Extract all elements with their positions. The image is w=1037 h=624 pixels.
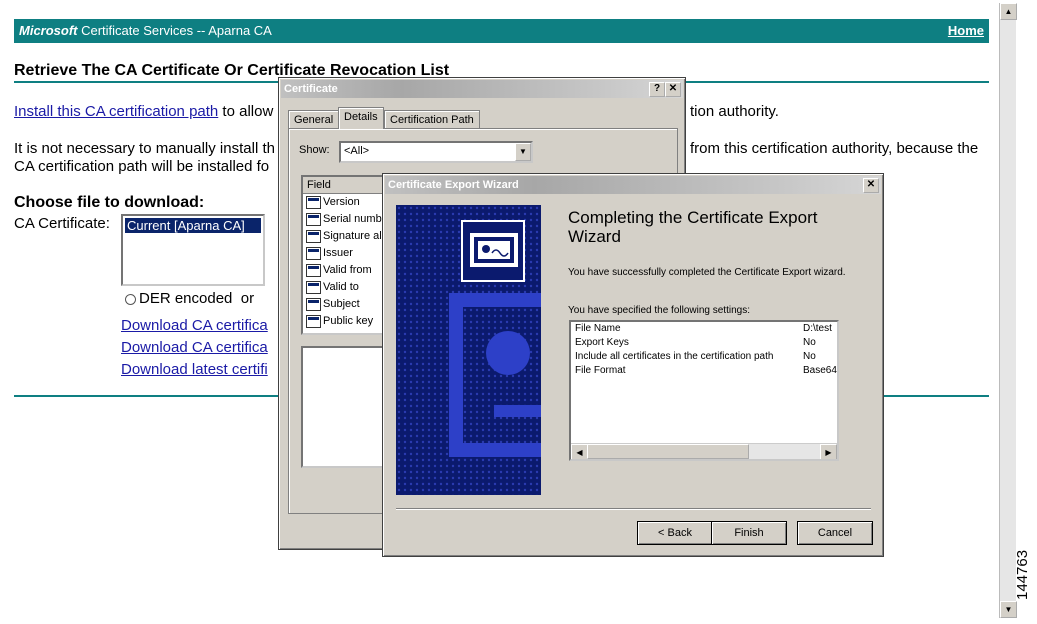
figure-number: 144763 xyxy=(1014,549,1031,600)
close-icon[interactable]: ✕ xyxy=(665,82,681,97)
certificate-field-icon xyxy=(306,298,321,311)
chevron-down-icon[interactable]: ▼ xyxy=(515,143,531,161)
der-radio[interactable] xyxy=(125,293,136,305)
certificate-title: Certificate xyxy=(284,83,338,95)
back-button[interactable]: < Back xyxy=(637,521,713,545)
para-right-line1: from this certification authority, becau… xyxy=(690,140,979,157)
vertical-scrollbar[interactable]: ▲ ▼ xyxy=(999,3,1017,618)
cancel-button[interactable]: Cancel xyxy=(797,521,873,545)
certificate-field-icon xyxy=(306,213,321,226)
scroll-left-icon[interactable]: ◀ xyxy=(571,444,588,459)
certificate-titlebar[interactable]: Certificate ? ✕ xyxy=(281,80,683,98)
scroll-up-icon[interactable]: ▲ xyxy=(1000,3,1017,20)
banner-title: Microsoft Certificate Services -- Aparna… xyxy=(19,23,272,38)
certificate-field-icon xyxy=(306,247,321,260)
wizard-settings-label: You have specified the following setting… xyxy=(568,305,750,316)
wizard-titlebar[interactable]: Certificate Export Wizard ✕ xyxy=(385,176,881,194)
wizard-separator xyxy=(396,508,871,510)
show-label: Show: xyxy=(299,144,330,156)
show-value: <All> xyxy=(344,145,370,157)
download-crl-link[interactable]: Download latest certifi xyxy=(121,361,268,378)
settings-row: Export Keys No xyxy=(575,337,816,348)
certificate-field-icon xyxy=(306,281,321,294)
wizard-heading: Completing the Certificate Export Wizard xyxy=(568,208,818,246)
para-left-line1: It is not necessary to manually install … xyxy=(14,140,275,157)
certificate-field-icon xyxy=(306,230,321,243)
ca-certificate-label: CA Certificate: xyxy=(14,215,110,232)
home-link[interactable]: Home xyxy=(948,23,984,38)
certificate-field-icon xyxy=(306,264,321,277)
tab-strip: General Details Certification Path xyxy=(288,107,678,129)
certificate-field-icon xyxy=(306,315,321,328)
scroll-right-icon[interactable]: ▶ xyxy=(820,444,837,459)
header-banner: Microsoft Certificate Services -- Aparna… xyxy=(14,19,989,43)
tab-details[interactable]: Details xyxy=(338,107,384,129)
download-ca-path-link[interactable]: Download CA certifica xyxy=(121,339,268,356)
der-option[interactable]: DER encoded or xyxy=(125,290,254,307)
install-path-link[interactable]: Install this CA certification path xyxy=(14,103,218,120)
settings-row: Include all certificates in the certific… xyxy=(575,351,816,362)
or-label: or xyxy=(240,290,255,307)
install-paragraph-right: tion authority. xyxy=(690,103,779,120)
install-paragraph: Install this CA certification path to al… xyxy=(14,103,274,120)
close-icon[interactable]: ✕ xyxy=(863,178,879,193)
download-ca-cert-link[interactable]: Download CA certifica xyxy=(121,317,268,334)
choose-file-label: Choose file to download: xyxy=(14,194,205,211)
certificate-graphic-icon xyxy=(396,205,541,495)
ca-list-item[interactable]: Current [Aparna CA] xyxy=(125,218,261,233)
wizard-banner-graphic xyxy=(396,205,541,495)
wizard-title: Certificate Export Wizard xyxy=(388,179,519,191)
der-label: DER encoded xyxy=(139,290,233,307)
finish-button[interactable]: Finish xyxy=(711,521,787,545)
tab-certification-path[interactable]: Certification Path xyxy=(384,110,480,129)
wizard-success-text: You have successfully completed the Cert… xyxy=(568,267,846,278)
settings-row: File Format Base64 xyxy=(575,365,837,376)
horizontal-scrollbar[interactable]: ◀ ▶ xyxy=(571,443,837,459)
tab-general[interactable]: General xyxy=(288,110,340,129)
certificate-field-icon xyxy=(306,196,321,209)
scroll-down-icon[interactable]: ▼ xyxy=(1000,601,1017,618)
settings-row: File Name D:\test xyxy=(575,323,832,334)
settings-list[interactable]: File Name D:\test Export Keys No Include a… xyxy=(569,320,839,461)
show-dropdown[interactable]: <All> ▼ xyxy=(339,141,533,163)
help-icon[interactable]: ? xyxy=(649,82,665,97)
scroll-thumb[interactable] xyxy=(587,444,749,459)
ca-certificate-list[interactable]: Current [Aparna CA] xyxy=(121,214,265,286)
para-left-line2: CA certification path will be installed … xyxy=(14,158,270,175)
